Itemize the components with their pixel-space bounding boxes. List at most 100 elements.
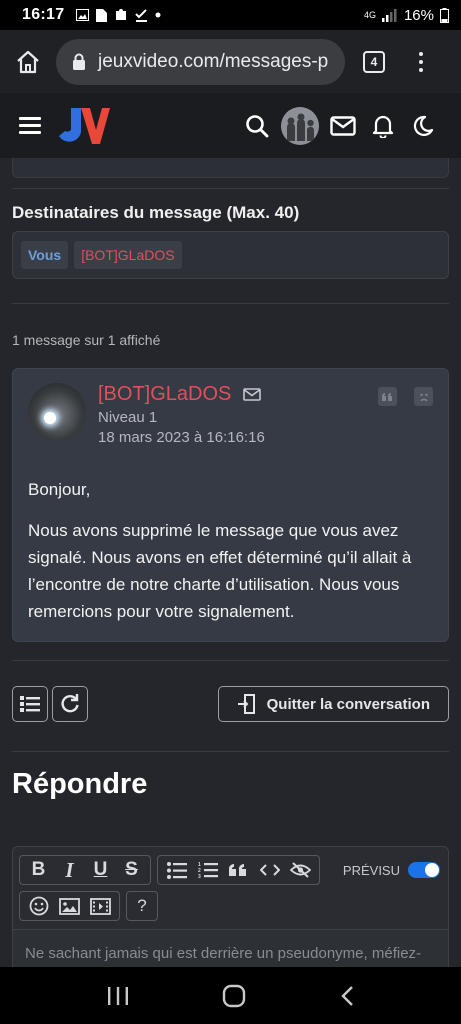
system-navigation-bar <box>0 967 461 1024</box>
browser-menu-button[interactable] <box>419 51 425 72</box>
message-paragraph: Bonjour, <box>28 480 91 499</box>
refresh-button[interactable] <box>52 686 88 722</box>
sad-face-icon <box>419 393 428 402</box>
help-group: ? <box>126 891 158 921</box>
code-button[interactable] <box>255 857 284 883</box>
file-icon <box>96 8 108 22</box>
back-icon[interactable] <box>340 985 354 1007</box>
report-button[interactable] <box>414 387 433 406</box>
spoiler-button[interactable] <box>286 857 315 883</box>
status-bar: 16:17 4G 16% <box>0 0 461 30</box>
main-content: Destinataires du message (Max. 40) Vous … <box>0 158 461 976</box>
video-button[interactable] <box>86 893 115 919</box>
author-line: [BOT]GLaDOS <box>98 383 265 406</box>
bullet-list-icon <box>166 861 187 879</box>
message-card: [BOT]GLaDOS Niveau 1 18 mars 2023 à 16:1… <box>12 368 449 642</box>
message-meta: [BOT]GLaDOS Niveau 1 18 mars 2023 à 16:1… <box>98 383 265 446</box>
site-header <box>0 93 461 158</box>
recipients-box: Vous [BOT]GLaDOS <box>12 231 449 279</box>
recipients-title: Destinataires du message (Max. 40) <box>12 203 300 222</box>
quit-conversation-label: Quitter la conversation <box>266 695 430 713</box>
message-count: 1 message sur 1 affiché <box>12 332 161 348</box>
reply-editor: B I U S 123 PRÉVISU ? Ne sachant jamais … <box>12 846 449 976</box>
quit-conversation-button[interactable]: Quitter la conversation <box>217 686 449 722</box>
recipient-tag-bot[interactable]: [BOT]GLaDOS <box>74 241 182 269</box>
svg-text:3: 3 <box>198 874 201 879</box>
send-mp-icon[interactable] <box>243 388 262 401</box>
media-group <box>19 891 120 921</box>
recipient-tag-you[interactable]: Vous <box>21 241 69 269</box>
bold-button[interactable]: B <box>24 857 53 883</box>
list-view-button[interactable] <box>12 686 48 722</box>
home-button[interactable] <box>0 50 56 74</box>
eye-slash-icon <box>290 862 311 878</box>
tab-switcher-button[interactable]: 4 <box>363 50 385 73</box>
author-avatar[interactable] <box>28 383 86 441</box>
editor-toolbar-row-1: B I U S 123 PRÉVISU <box>19 855 442 885</box>
quote-icon <box>229 863 246 876</box>
numbered-list-button[interactable]: 123 <box>193 857 222 883</box>
conversation-actions: Quitter la conversation <box>0 661 461 727</box>
signal-icon <box>381 8 397 22</box>
check-download-icon <box>135 8 148 22</box>
recents-icon[interactable] <box>107 986 129 1006</box>
exit-door-icon <box>237 694 255 714</box>
insert-group: 123 <box>157 855 320 885</box>
browser-toolbar: jeuxvideo.com/messages-p 4 <box>0 30 461 93</box>
preview-toggle[interactable]: PRÉVISU <box>343 862 440 878</box>
moon-icon <box>413 115 434 136</box>
status-right: 4G 16% <box>364 7 449 24</box>
format-group: B I U S <box>19 855 151 885</box>
jv-logo[interactable] <box>57 106 111 146</box>
author-name[interactable]: [BOT]GLaDOS <box>98 383 231 406</box>
battery-percent: 16% <box>403 6 434 24</box>
code-icon <box>259 864 280 876</box>
quote-button[interactable] <box>378 387 397 406</box>
help-button[interactable]: ? <box>131 893 153 919</box>
film-icon <box>90 897 111 915</box>
quote-icon <box>382 393 392 401</box>
list-icon <box>20 696 40 712</box>
messages-button[interactable] <box>323 115 363 136</box>
numbered-list-icon: 123 <box>198 862 218 879</box>
status-time: 16:17 <box>22 6 65 23</box>
message-body: Bonjour, Nous avons supprimé le message … <box>28 476 433 625</box>
url-text: jeuxvideo.com/messages-p <box>98 50 329 72</box>
preview-switch[interactable] <box>408 862 440 878</box>
smiley-icon <box>29 896 48 916</box>
notification-icons <box>76 8 161 22</box>
puzzle-icon <box>116 9 127 20</box>
menu-button[interactable] <box>19 117 41 134</box>
refresh-icon <box>61 694 79 713</box>
search-button[interactable] <box>237 114 277 138</box>
network-type: 4G <box>363 9 376 20</box>
dot-icon <box>155 12 161 18</box>
search-icon <box>246 114 269 137</box>
notifications-button[interactable] <box>363 114 403 138</box>
message-actions <box>378 387 433 406</box>
image-icon <box>59 897 80 915</box>
message-paragraph: Nous avons supprimé le message que vous … <box>28 521 412 621</box>
header-actions <box>237 106 443 145</box>
theme-toggle-button[interactable] <box>403 115 443 137</box>
author-level: Niveau 1 <box>98 409 158 426</box>
italic-button[interactable]: I <box>55 857 84 883</box>
previous-box-edge <box>12 158 449 178</box>
preview-label: PRÉVISU <box>342 862 400 878</box>
quote-insert-button[interactable] <box>224 857 253 883</box>
underline-button[interactable]: U <box>86 857 115 883</box>
message-header: [BOT]GLaDOS Niveau 1 18 mars 2023 à 16:1… <box>28 383 433 446</box>
bullet-list-button[interactable] <box>162 857 191 883</box>
reply-title: Répondre <box>12 768 148 800</box>
strikethrough-button[interactable]: S <box>117 857 146 883</box>
home-nav-icon[interactable] <box>222 984 246 1008</box>
editor-toolbar-row-2: ? <box>19 891 442 921</box>
battery-icon <box>440 7 449 23</box>
message-date: 18 mars 2023 à 16:16:16 <box>98 429 265 446</box>
user-avatar[interactable] <box>281 106 319 145</box>
image-button[interactable] <box>55 893 84 919</box>
home-icon <box>17 50 39 73</box>
smiley-button[interactable] <box>24 893 53 919</box>
address-bar[interactable]: jeuxvideo.com/messages-p <box>56 38 345 85</box>
envelope-icon <box>330 115 356 136</box>
